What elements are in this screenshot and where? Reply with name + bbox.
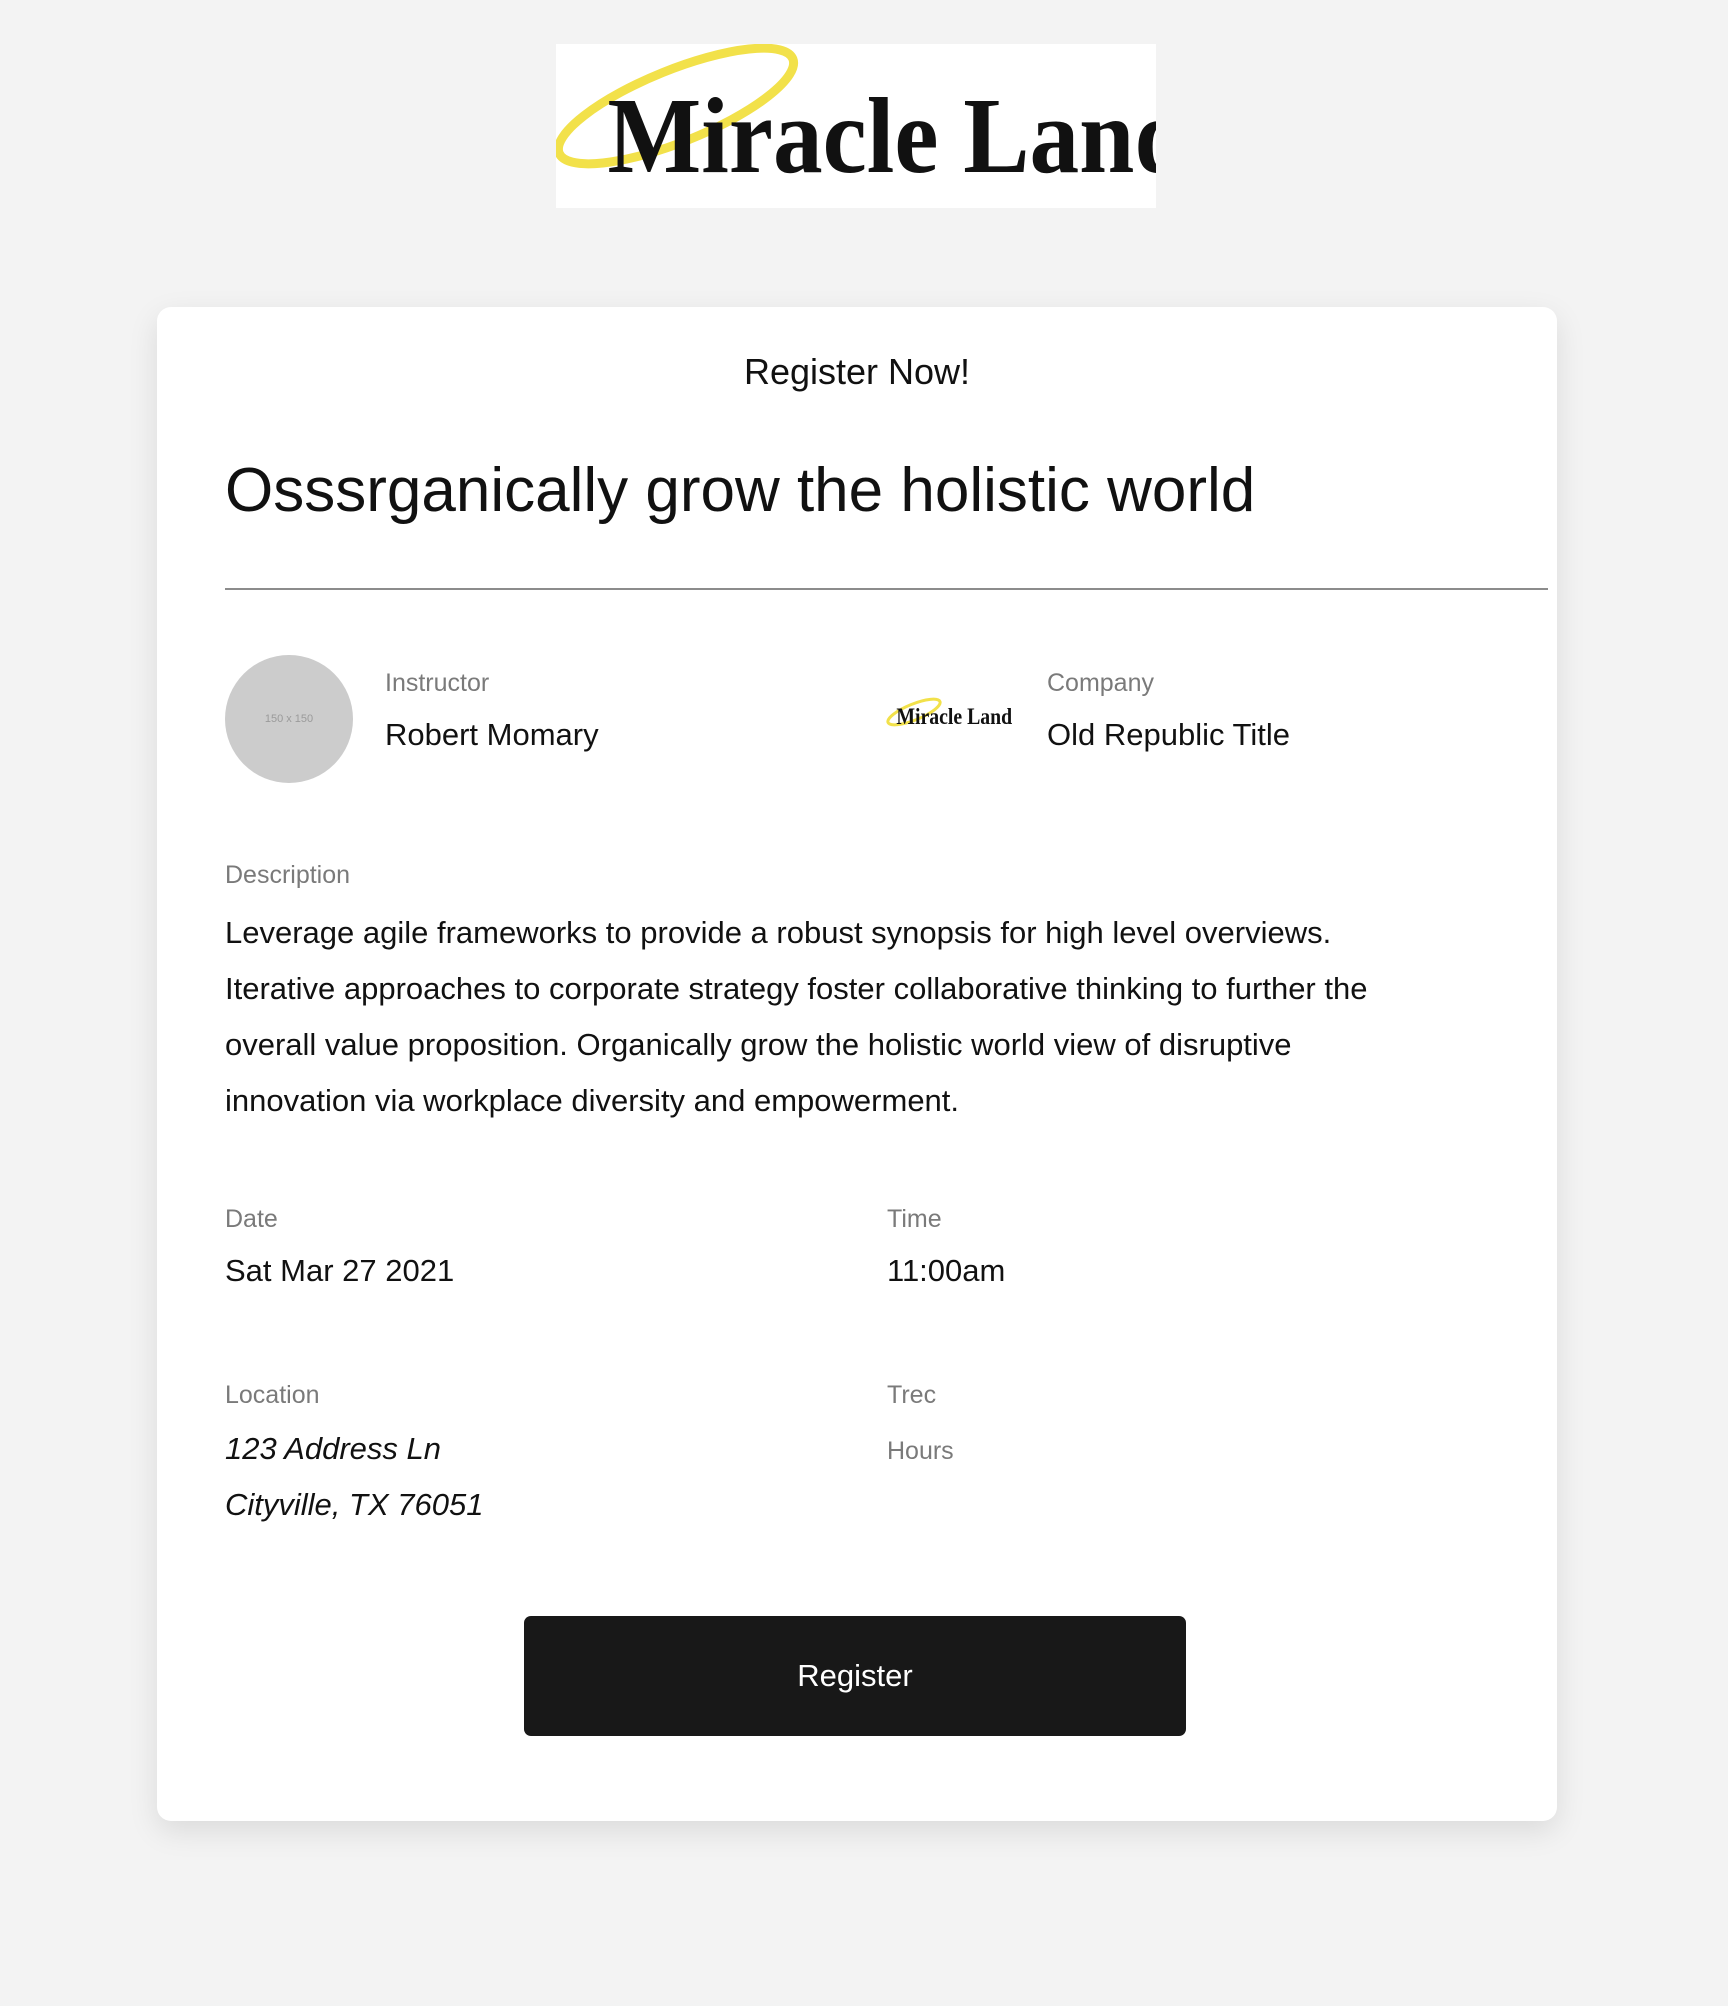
brand-logo: Miracle Land Title — [556, 44, 1156, 208]
date-label: Date — [225, 1205, 278, 1233]
company-label: Company — [1047, 669, 1154, 697]
avatar-placeholder-text: 150 x 150 — [264, 713, 314, 725]
description-text: Leverage agile frameworks to provide a r… — [225, 915, 1368, 1118]
hours-label: Hours — [887, 1437, 954, 1465]
brand-logo-image: Miracle Land Title — [556, 44, 1156, 196]
address-line-2: Cityville, TX 76051 — [225, 1487, 484, 1522]
date-value: Sat Mar 27 2021 — [225, 1253, 455, 1288]
time-value: 11:00am — [887, 1253, 1006, 1288]
location-label: Location — [225, 1381, 320, 1409]
title-divider — [225, 588, 1548, 590]
description-label: Description — [225, 861, 351, 889]
time-label: Time — [887, 1205, 942, 1233]
register-button[interactable]: Register — [524, 1616, 1186, 1736]
company-logo: Miracle Land Title — [886, 694, 1056, 744]
company-logo-text: Miracle Land Title — [896, 704, 1016, 730]
instructor-name: Robert Momary — [385, 717, 599, 752]
brand-logo-text: Miracle Land Title — [608, 77, 1156, 196]
address-line-1: 123 Address Ln — [225, 1431, 442, 1466]
trec-label: Trec — [887, 1381, 937, 1409]
instructor-avatar: 150 x 150 — [225, 655, 353, 783]
company-logo-image: Miracle Land Title — [886, 697, 1056, 730]
instructor-label: Instructor — [385, 669, 490, 697]
company-name: Old Republic Title — [1047, 717, 1290, 752]
event-title: Osssrganically grow the holistic world — [225, 456, 1256, 525]
register-now-heading: Register Now! — [743, 351, 971, 392]
event-registration-card: Register Now! Osssrganically grow the ho… — [157, 307, 1557, 1821]
